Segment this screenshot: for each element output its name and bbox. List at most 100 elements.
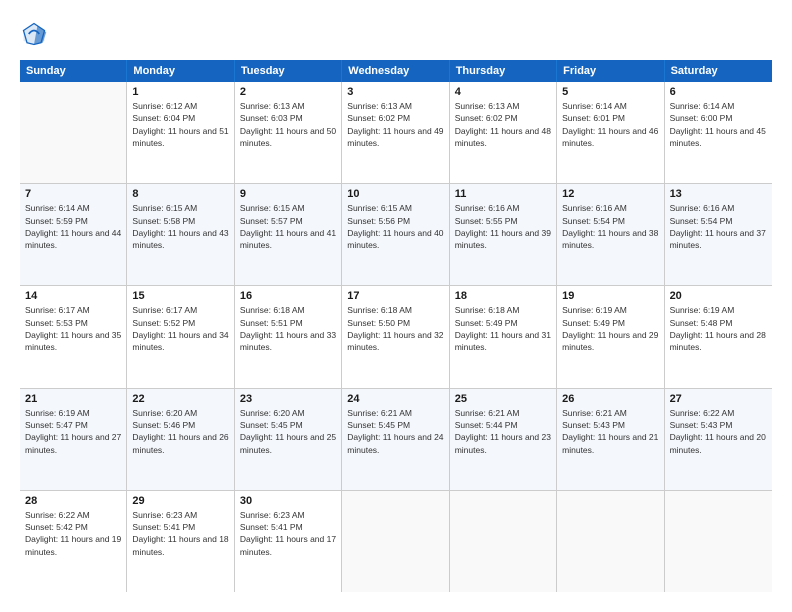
day-number: 28 [25,495,121,507]
day-number: 26 [562,393,658,405]
day-info: Sunrise: 6:13 AM Sunset: 6:03 PM Dayligh… [240,100,336,149]
calendar-day-25: 25 Sunrise: 6:21 AM Sunset: 5:44 PM Dayli… [450,389,557,490]
calendar-day-11: 11 Sunrise: 6:16 AM Sunset: 5:55 PM Dayli… [450,184,557,285]
day-info: Sunrise: 6:20 AM Sunset: 5:46 PM Dayligh… [132,407,228,456]
calendar-empty-cell [342,491,449,592]
day-number: 3 [347,86,443,98]
day-info: Sunrise: 6:21 AM Sunset: 5:43 PM Dayligh… [562,407,658,456]
day-number: 8 [132,188,228,200]
weekday-header-friday: Friday [557,60,664,82]
day-info: Sunrise: 6:12 AM Sunset: 6:04 PM Dayligh… [132,100,228,149]
weekday-header-monday: Monday [127,60,234,82]
weekday-header-tuesday: Tuesday [235,60,342,82]
page: SundayMondayTuesdayWednesdayThursdayFrid… [0,0,792,612]
day-number: 23 [240,393,336,405]
day-number: 2 [240,86,336,98]
day-number: 29 [132,495,228,507]
day-info: Sunrise: 6:23 AM Sunset: 5:41 PM Dayligh… [132,509,228,558]
day-number: 30 [240,495,336,507]
day-info: Sunrise: 6:14 AM Sunset: 6:01 PM Dayligh… [562,100,658,149]
day-number: 19 [562,290,658,302]
calendar-day-28: 28 Sunrise: 6:22 AM Sunset: 5:42 PM Dayli… [20,491,127,592]
calendar-day-13: 13 Sunrise: 6:16 AM Sunset: 5:54 PM Dayli… [665,184,772,285]
calendar-day-18: 18Sunrise: 6:18 AM Sunset: 5:49 PM Dayli… [450,286,557,387]
day-number: 10 [347,188,443,200]
calendar-empty-cell [665,491,772,592]
calendar-day-2: 2 Sunrise: 6:13 AM Sunset: 6:03 PM Daylig… [235,82,342,183]
day-info: Sunrise: 6:15 AM Sunset: 5:58 PM Dayligh… [132,202,228,251]
calendar-row-3: 14 Sunrise: 6:17 AM Sunset: 5:53 PM Dayli… [20,286,772,388]
day-info: Sunrise: 6:16 AM Sunset: 5:54 PM Dayligh… [670,202,767,251]
day-info: Sunrise: 6:14 AM Sunset: 5:59 PM Dayligh… [25,202,121,251]
day-info: Sunrise: 6:18 AM Sunset: 5:51 PM Dayligh… [240,304,336,353]
calendar: SundayMondayTuesdayWednesdayThursdayFrid… [20,60,772,592]
day-info: Sunrise: 6:19 AM Sunset: 5:47 PM Dayligh… [25,407,121,456]
calendar-day-1: 1 Sunrise: 6:12 AM Sunset: 6:04 PM Daylig… [127,82,234,183]
day-number: 9 [240,188,336,200]
day-info: Sunrise: 6:13 AM Sunset: 6:02 PM Dayligh… [347,100,443,149]
weekday-header-sunday: Sunday [20,60,127,82]
weekday-header-saturday: Saturday [665,60,772,82]
day-number: 21 [25,393,121,405]
day-info: Sunrise: 6:17 AM Sunset: 5:52 PM Dayligh… [132,304,228,353]
calendar-header: SundayMondayTuesdayWednesdayThursdayFrid… [20,60,772,82]
day-info: Sunrise: 6:15 AM Sunset: 5:56 PM Dayligh… [347,202,443,251]
day-number: 13 [670,188,767,200]
day-number: 7 [25,188,121,200]
day-info: Sunrise: 6:22 AM Sunset: 5:42 PM Dayligh… [25,509,121,558]
day-info: Sunrise: 6:18 AM Sunset: 5:50 PM Dayligh… [347,304,443,353]
calendar-day-23: 23 Sunrise: 6:20 AM Sunset: 5:45 PM Dayli… [235,389,342,490]
header [20,20,772,48]
calendar-day-27: 27 Sunrise: 6:22 AM Sunset: 5:43 PM Dayli… [665,389,772,490]
day-info: Sunrise: 6:14 AM Sunset: 6:00 PM Dayligh… [670,100,767,149]
day-info: Sunrise: 6:19 AM Sunset: 5:49 PM Dayligh… [562,304,658,353]
day-number: 27 [670,393,767,405]
day-info: Sunrise: 6:13 AM Sunset: 6:02 PM Dayligh… [455,100,551,149]
calendar-day-8: 8 Sunrise: 6:15 AM Sunset: 5:58 PM Daylig… [127,184,234,285]
calendar-day-6: 6 Sunrise: 6:14 AM Sunset: 6:00 PM Daylig… [665,82,772,183]
calendar-row-1: 1 Sunrise: 6:12 AM Sunset: 6:04 PM Daylig… [20,82,772,184]
day-number: 14 [25,290,121,302]
day-number: 4 [455,86,551,98]
calendar-day-3: 3 Sunrise: 6:13 AM Sunset: 6:02 PM Daylig… [342,82,449,183]
calendar-empty-cell [450,491,557,592]
calendar-day-19: 19 Sunrise: 6:19 AM Sunset: 5:49 PM Dayli… [557,286,664,387]
calendar-day-21: 21 Sunrise: 6:19 AM Sunset: 5:47 PM Dayli… [20,389,127,490]
calendar-row-5: 28 Sunrise: 6:22 AM Sunset: 5:42 PM Dayli… [20,491,772,592]
calendar-day-4: 4 Sunrise: 6:13 AM Sunset: 6:02 PM Daylig… [450,82,557,183]
day-number: 6 [670,86,767,98]
calendar-day-14: 14 Sunrise: 6:17 AM Sunset: 5:53 PM Dayli… [20,286,127,387]
day-info: Sunrise: 6:20 AM Sunset: 5:45 PM Dayligh… [240,407,336,456]
day-info: Sunrise: 6:17 AM Sunset: 5:53 PM Dayligh… [25,304,121,353]
day-number: 5 [562,86,658,98]
day-number: 24 [347,393,443,405]
day-number: 1 [132,86,228,98]
calendar-day-10: 10 Sunrise: 6:15 AM Sunset: 5:56 PM Dayli… [342,184,449,285]
day-number: 11 [455,188,551,200]
day-info: Sunrise: 6:21 AM Sunset: 5:44 PM Dayligh… [455,407,551,456]
day-number: 20 [670,290,767,302]
calendar-day-12: 12 Sunrise: 6:16 AM Sunset: 5:54 PM Dayli… [557,184,664,285]
weekday-header-thursday: Thursday [450,60,557,82]
calendar-day-16: 16 Sunrise: 6:18 AM Sunset: 5:51 PM Dayli… [235,286,342,387]
day-number: 25 [455,393,551,405]
day-info: Sunrise: 6:21 AM Sunset: 5:45 PM Dayligh… [347,407,443,456]
day-number: 16 [240,290,336,302]
calendar-day-24: 24 Sunrise: 6:21 AM Sunset: 5:45 PM Dayli… [342,389,449,490]
day-info: Sunrise: 6:22 AM Sunset: 5:43 PM Dayligh… [670,407,767,456]
calendar-row-4: 21 Sunrise: 6:19 AM Sunset: 5:47 PM Dayli… [20,389,772,491]
calendar-day-5: 5 Sunrise: 6:14 AM Sunset: 6:01 PM Daylig… [557,82,664,183]
day-info: Sunrise: 6:16 AM Sunset: 5:54 PM Dayligh… [562,202,658,251]
day-info: Sunrise: 6:15 AM Sunset: 5:57 PM Dayligh… [240,202,336,251]
day-info: Sunrise: 6:18 AM Sunset: 5:49 PM Dayligh… [455,304,551,353]
day-info: Sunrise: 6:16 AM Sunset: 5:55 PM Dayligh… [455,202,551,251]
day-info: Sunrise: 6:23 AM Sunset: 5:41 PM Dayligh… [240,509,336,558]
day-info: Sunrise: 6:19 AM Sunset: 5:48 PM Dayligh… [670,304,767,353]
calendar-day-9: 9 Sunrise: 6:15 AM Sunset: 5:57 PM Daylig… [235,184,342,285]
calendar-day-26: 26 Sunrise: 6:21 AM Sunset: 5:43 PM Dayli… [557,389,664,490]
calendar-body: 1 Sunrise: 6:12 AM Sunset: 6:04 PM Daylig… [20,82,772,592]
calendar-day-7: 7 Sunrise: 6:14 AM Sunset: 5:59 PM Daylig… [20,184,127,285]
day-number: 12 [562,188,658,200]
logo [20,20,52,48]
weekday-header-wednesday: Wednesday [342,60,449,82]
